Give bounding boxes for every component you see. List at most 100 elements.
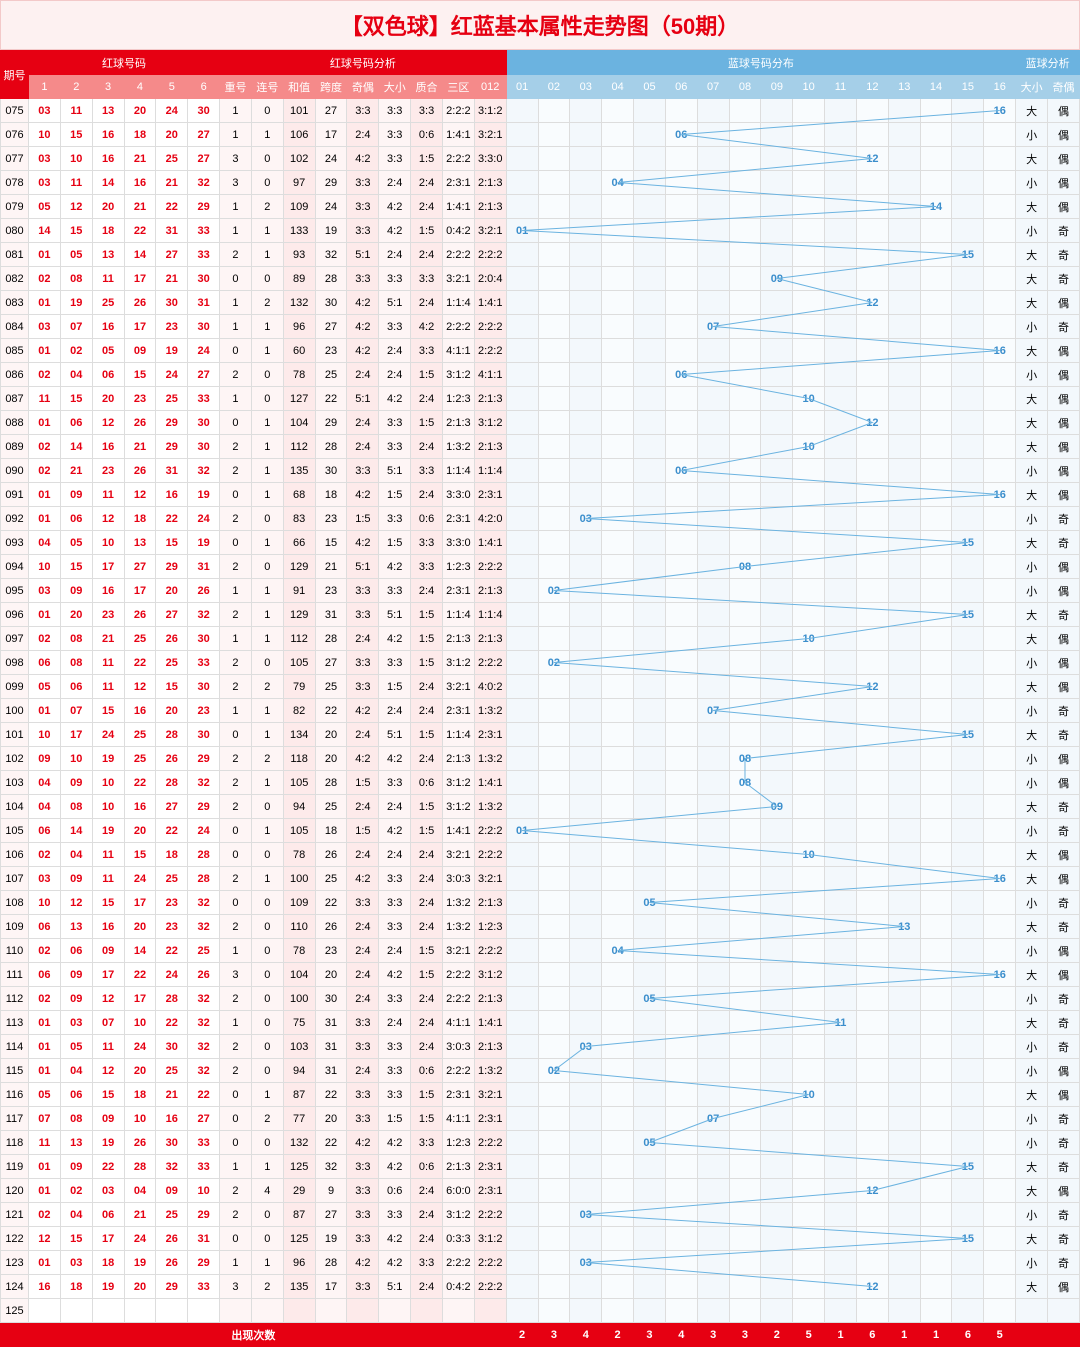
analysis-cell: 5:1 bbox=[347, 387, 379, 411]
blue-dist-cell bbox=[602, 507, 634, 531]
blue-dist-cell bbox=[920, 675, 952, 699]
blue-dist-cell bbox=[729, 363, 761, 387]
red-ball: 03 bbox=[29, 867, 61, 891]
red-ball: 23 bbox=[156, 891, 188, 915]
blue-dist-cell bbox=[793, 459, 825, 483]
blue-analysis-cell: 奇 bbox=[1048, 1107, 1080, 1131]
red-ball: 30 bbox=[188, 627, 220, 651]
blue-dist-cell bbox=[665, 1251, 697, 1275]
analysis-cell: 3:3 bbox=[347, 1203, 379, 1227]
analysis-cell: 1:3:2 bbox=[474, 699, 506, 723]
red-ball: 20 bbox=[156, 123, 188, 147]
period-cell: 090 bbox=[1, 459, 29, 483]
blue-dist-cell bbox=[888, 1131, 920, 1155]
blue-dist-cell bbox=[984, 939, 1016, 963]
analysis-cell: 4:2 bbox=[379, 195, 411, 219]
blue-dist-cell bbox=[602, 531, 634, 555]
blue-dist-cell bbox=[952, 1011, 984, 1035]
analysis-cell: 1:3:2 bbox=[474, 795, 506, 819]
red-ball: 12 bbox=[60, 195, 92, 219]
analysis-cell: 1:5 bbox=[411, 795, 443, 819]
blue-dist-cell bbox=[570, 459, 602, 483]
blue-dist-cell bbox=[825, 843, 857, 867]
analysis-cell: 2 bbox=[220, 1203, 252, 1227]
blue-analysis-cell: 奇 bbox=[1048, 819, 1080, 843]
blue-dist-cell bbox=[538, 723, 570, 747]
blue-dist-cell bbox=[793, 243, 825, 267]
red-ball: 02 bbox=[29, 363, 61, 387]
period-cell: 125 bbox=[1, 1299, 29, 1323]
blue-dist-cell bbox=[793, 1203, 825, 1227]
blue-dist-cell bbox=[634, 1059, 666, 1083]
blue-dist-cell bbox=[506, 1035, 538, 1059]
red-ball: 01 bbox=[29, 291, 61, 315]
col-analysis-group: 红球号码分析 bbox=[220, 51, 507, 75]
analysis-cell: 4:2 bbox=[347, 747, 379, 771]
analysis-cell: 0 bbox=[251, 915, 283, 939]
red-ball: 10 bbox=[29, 891, 61, 915]
analysis-cell: 24 bbox=[315, 147, 347, 171]
red-ball: 09 bbox=[60, 867, 92, 891]
blue-ball: 02 bbox=[538, 651, 570, 675]
red-ball: 05 bbox=[92, 339, 124, 363]
blue-dist-cell bbox=[888, 1035, 920, 1059]
blue-analysis-cell: 奇 bbox=[1048, 1155, 1080, 1179]
red-ball: 33 bbox=[188, 651, 220, 675]
blue-dist-cell bbox=[506, 195, 538, 219]
red-ball: 11 bbox=[29, 1131, 61, 1155]
analysis-cell: 3:3 bbox=[347, 195, 379, 219]
blue-dist-cell bbox=[506, 123, 538, 147]
analysis-cell: 1 bbox=[251, 771, 283, 795]
blue-analysis-cell: 偶 bbox=[1048, 363, 1080, 387]
analysis-cell: 1 bbox=[220, 195, 252, 219]
analysis-cell: 1:5 bbox=[411, 363, 443, 387]
blue-dist-cell bbox=[538, 699, 570, 723]
blue-dist-cell bbox=[506, 1059, 538, 1083]
analysis-cell: 2 bbox=[220, 867, 252, 891]
analysis-cell: 1 bbox=[220, 315, 252, 339]
red-ball: 14 bbox=[60, 435, 92, 459]
red-ball: 25 bbox=[156, 1203, 188, 1227]
blue-dist-cell bbox=[952, 1275, 984, 1299]
analysis-cell: 0 bbox=[220, 1107, 252, 1131]
analysis-cell: 3 bbox=[220, 171, 252, 195]
blue-ball: 10 bbox=[793, 435, 825, 459]
blue-dist-cell bbox=[729, 339, 761, 363]
blue-col-10: 10 bbox=[793, 75, 825, 99]
blue-dist-cell bbox=[634, 291, 666, 315]
blue-analysis-cell: 偶 bbox=[1048, 99, 1080, 123]
red-ball: 16 bbox=[156, 1107, 188, 1131]
blue-dist-cell bbox=[920, 1131, 952, 1155]
blue-analysis-cell: 大 bbox=[1016, 915, 1048, 939]
red-ball: 30 bbox=[156, 1035, 188, 1059]
blue-dist-cell bbox=[825, 747, 857, 771]
analysis-cell: 2:4 bbox=[411, 1035, 443, 1059]
analysis-cell: 2:4 bbox=[379, 363, 411, 387]
analysis-col: 连号 bbox=[251, 75, 283, 99]
analysis-cell: 2:4 bbox=[411, 483, 443, 507]
blue-dist-cell bbox=[538, 1203, 570, 1227]
blue-dist-cell bbox=[888, 603, 920, 627]
analysis-cell: 1:5 bbox=[411, 411, 443, 435]
blue-analysis-cell: 小 bbox=[1016, 123, 1048, 147]
analysis-cell: 3:0:3 bbox=[442, 1035, 474, 1059]
blue-dist-cell bbox=[634, 123, 666, 147]
blue-dist-cell bbox=[634, 795, 666, 819]
blue-dist-cell bbox=[825, 579, 857, 603]
blue-ball: 05 bbox=[634, 987, 666, 1011]
red-ball: 04 bbox=[29, 531, 61, 555]
analysis-cell: 3:1:2 bbox=[442, 771, 474, 795]
analysis-cell: 0:3:3 bbox=[442, 1227, 474, 1251]
analysis-cell: 2:2:2 bbox=[474, 651, 506, 675]
blue-dist-cell bbox=[793, 771, 825, 795]
blue-dist-cell bbox=[888, 939, 920, 963]
period-cell: 123 bbox=[1, 1251, 29, 1275]
analysis-cell: 1 bbox=[220, 291, 252, 315]
analysis-cell: 2 bbox=[220, 243, 252, 267]
blue-analysis-cell: 偶 bbox=[1048, 771, 1080, 795]
analysis-cell: 2 bbox=[220, 987, 252, 1011]
blue-dist-cell bbox=[570, 171, 602, 195]
blue-dist-cell bbox=[570, 987, 602, 1011]
analysis-cell: 1:1:4 bbox=[442, 459, 474, 483]
blue-dist-cell bbox=[602, 219, 634, 243]
